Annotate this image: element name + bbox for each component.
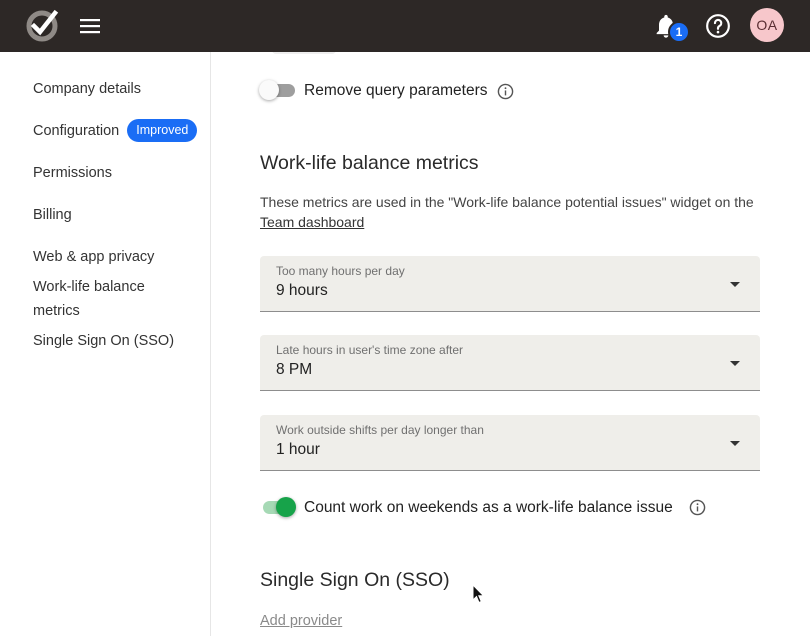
remove-query-parameters-label: Remove query parameters [304,82,488,99]
sidebar-item-work-life-balance[interactable]: Work-life balance metrics [33,275,173,323]
sidebar-item-label: Billing [33,207,72,223]
work-life-balance-heading: Work-life balance metrics [260,152,479,174]
count-weekends-label: Count work on weekends as a work-life ba… [304,499,673,516]
too-many-hours-select[interactable]: Too many hours per day 9 hours [260,256,760,312]
sidebar-item-label: Work-life balance metrics [33,279,145,319]
sidebar-item-configuration[interactable]: Configuration Improved [33,118,198,143]
sidebar-item-label: Configuration [33,123,120,139]
sidebar-item-label: Web & app privacy [33,249,155,265]
notification-badge[interactable]: 1 [668,21,690,43]
sso-heading: Single Sign On (SSO) [260,569,450,591]
select-label: Late hours in user's time zone after [276,343,464,357]
help-icon[interactable] [705,13,731,39]
avatar[interactable]: OA [750,8,784,42]
caret-down-icon [730,441,740,446]
work-life-balance-description: These metrics are used in the "Work-life… [260,192,760,232]
select-label: Work outside shifts per day longer than [276,423,484,437]
description-text: These metrics are used in the "Work-life… [260,194,754,210]
settings-content: Remove query parameters Work-life balanc… [212,52,810,636]
late-hours-select[interactable]: Late hours in user's time zone after 8 P… [260,335,760,391]
improved-badge: Improved [127,118,198,142]
caret-down-icon [730,282,740,287]
sidebar-item-billing[interactable]: Billing [33,203,72,227]
select-value: 1 hour [276,441,320,458]
info-icon[interactable] [689,499,706,516]
app-logo-icon[interactable] [24,7,60,43]
remove-query-parameters-toggle[interactable] [259,80,297,100]
previous-section-edge [272,52,336,54]
sidebar-item-permissions[interactable]: Permissions [33,161,112,185]
select-value: 8 PM [276,361,313,378]
sidebar-item-label: Permissions [33,165,112,181]
cursor-icon [472,584,485,604]
select-value: 9 hours [276,282,328,299]
sidebar-item-label: Single Sign On (SSO) [33,333,175,349]
caret-down-icon [730,361,740,366]
sidebar-item-web-app-privacy[interactable]: Web & app privacy [33,245,154,269]
top-bar: 1 OA [0,0,810,52]
work-outside-shifts-select[interactable]: Work outside shifts per day longer than … [260,415,760,471]
team-dashboard-link[interactable]: Team dashboard [260,214,364,230]
add-provider-link[interactable]: Add provider [260,613,342,629]
sidebar-item-company-details[interactable]: Company details [33,77,141,101]
settings-sidebar: Company details Configuration Improved Pe… [0,52,211,636]
menu-icon[interactable] [78,14,102,38]
select-label: Too many hours per day [276,264,405,278]
info-icon[interactable] [497,83,514,100]
count-weekends-toggle[interactable] [259,497,297,517]
sidebar-item-sso[interactable]: Single Sign On (SSO) [33,329,174,353]
sidebar-item-label: Company details [33,81,141,97]
